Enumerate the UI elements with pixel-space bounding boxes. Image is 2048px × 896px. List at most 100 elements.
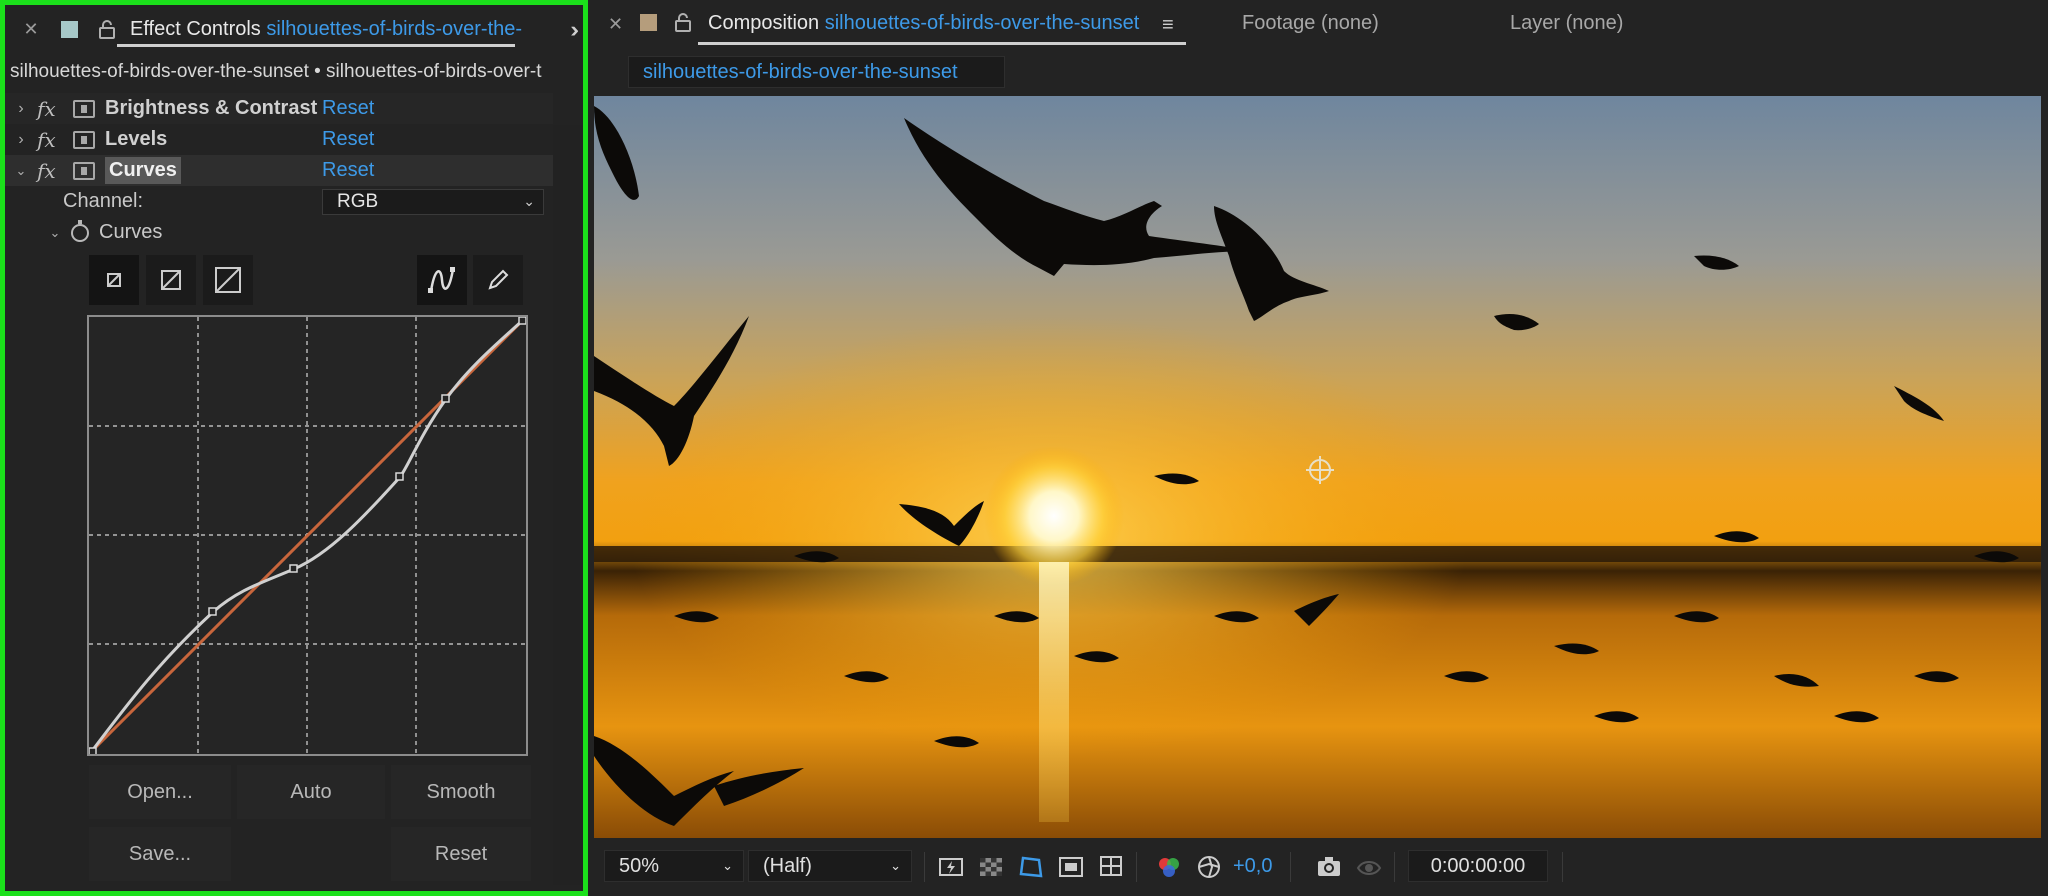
composition-viewer[interactable] (594, 96, 2041, 838)
show-snapshot-icon[interactable] (1356, 854, 1382, 880)
auto-button[interactable]: Auto (237, 765, 385, 819)
close-icon[interactable]: ✕ (608, 14, 623, 35)
panel-color-swatch (61, 20, 78, 38)
tab-comp-name: silhouettes-of-birds-over-the-sunset (824, 12, 1140, 34)
tab-menu-icon[interactable]: ≡ (1162, 14, 1174, 37)
viewer-toolbar: 50% ⌄ (Half) ⌄ +0,0 0:00:00:00 (588, 846, 2048, 888)
active-tab-underline (117, 44, 515, 47)
effect-controls-panel: ✕ Effect Controls silhouettes-of-birds-o… (0, 0, 588, 896)
chevron-right-icon[interactable]: › (9, 100, 33, 118)
toolbar-separator (1290, 852, 1291, 882)
effect-name: Levels (105, 128, 168, 150)
lock-icon[interactable] (674, 12, 692, 32)
reset-link[interactable]: Reset (322, 159, 374, 182)
chevron-down-icon: ⌄ (890, 858, 901, 873)
lock-icon[interactable] (98, 19, 116, 39)
fx-toggle-icon[interactable]: fx (37, 97, 67, 121)
composition-panel: ✕ Composition silhouettes-of-birds-over-… (588, 0, 2048, 896)
reset-button[interactable]: Reset (391, 827, 531, 881)
active-tab-underline (698, 42, 1186, 45)
camera-icon[interactable] (1316, 854, 1342, 880)
fx-toggle-icon[interactable]: fx (37, 159, 67, 183)
resolution-value: (Half) (763, 854, 812, 877)
control-point[interactable] (441, 394, 450, 403)
tab-label: Effect Controls (130, 17, 261, 40)
curves-graph[interactable] (87, 315, 528, 756)
zoom-value: 50% (619, 854, 660, 877)
toolbar-separator (1562, 852, 1563, 882)
effect-controls-tabbar: ✕ Effect Controls silhouettes-of-birds-o… (5, 5, 583, 53)
effect-row-levels[interactable]: › fx Levels Reset (5, 124, 553, 155)
sunset-birds-image (594, 96, 2041, 838)
effect-preset-icon (73, 99, 95, 118)
panel-color-swatch (640, 14, 657, 31)
control-point[interactable] (289, 564, 298, 573)
toolbar-separator (1394, 852, 1395, 882)
toolbar-separator (1136, 852, 1137, 882)
stopwatch-icon[interactable] (71, 219, 89, 242)
current-time-display[interactable]: 0:00:00:00 (1408, 850, 1548, 882)
effects-list: › fx Brightness & Contrast Reset › fx Le… (5, 93, 553, 248)
bezier-curve-icon (428, 267, 455, 293)
control-point[interactable] (395, 472, 404, 481)
mask-visibility-icon[interactable] (1018, 854, 1044, 880)
channel-row: Channel: RGB ⌄ (5, 186, 553, 217)
tab-effect-controls[interactable]: Effect Controls silhouettes-of-birds-ove… (130, 18, 522, 41)
toolbar-separator (924, 852, 925, 882)
composition-tabbar: ✕ Composition silhouettes-of-birds-over-… (588, 0, 2048, 50)
composition-subtab[interactable]: silhouettes-of-birds-over-the-sunset (628, 56, 1005, 88)
save-button[interactable]: Save... (89, 827, 231, 881)
tab-footage[interactable]: Footage (none) (1242, 12, 1379, 35)
tab-comp-name: silhouettes-of-birds-over-the- (266, 17, 523, 40)
control-point[interactable] (518, 317, 526, 325)
chevron-down-icon: ⌄ (523, 192, 535, 209)
large-graph-icon (215, 267, 241, 293)
effect-name: Curves (105, 157, 181, 184)
reset-link[interactable]: Reset (322, 97, 374, 120)
control-point[interactable] (89, 747, 97, 754)
graph-size-large-button[interactable] (203, 255, 253, 305)
chevron-down-icon: ⌄ (722, 858, 733, 873)
pencil-icon (488, 269, 509, 290)
grid-guides-icon[interactable] (1098, 854, 1124, 880)
chevron-down-icon[interactable]: ⌄ (9, 163, 33, 179)
fast-previews-icon[interactable] (938, 854, 964, 880)
zoom-dropdown[interactable]: 50% ⌄ (604, 850, 744, 882)
fx-toggle-icon[interactable]: fx (37, 128, 67, 152)
tab-layer[interactable]: Layer (none) (1510, 12, 1623, 35)
chevron-down-icon[interactable]: ⌄ (43, 225, 67, 241)
channel-label: Channel: (63, 190, 144, 212)
control-point[interactable] (208, 607, 217, 616)
curves-prop-row[interactable]: ⌄ Curves (5, 217, 553, 248)
panel-overflow-chevron-icon[interactable]: ›› (570, 17, 578, 43)
effect-preset-icon (73, 161, 95, 180)
curves-prop-label: Curves (99, 221, 163, 243)
bezier-tool-button[interactable] (417, 255, 467, 305)
color-channels-icon[interactable] (1156, 854, 1182, 880)
effect-preset-icon (73, 130, 95, 149)
exposure-value[interactable]: +0,0 (1233, 855, 1272, 878)
open-button[interactable]: Open... (89, 765, 231, 819)
effect-row-brightness-contrast[interactable]: › fx Brightness & Contrast Reset (5, 93, 553, 124)
curves-graph-canvas[interactable] (89, 317, 526, 754)
region-of-interest-icon[interactable] (1058, 854, 1084, 880)
scrollbar[interactable] (553, 125, 583, 885)
smooth-button[interactable]: Smooth (391, 765, 531, 819)
chevron-right-icon[interactable]: › (9, 131, 33, 149)
reset-exposure-icon[interactable] (1196, 854, 1222, 880)
medium-graph-icon (161, 270, 181, 290)
effect-row-curves[interactable]: ⌄ fx Curves Reset (5, 155, 553, 186)
channel-value: RGB (337, 190, 379, 212)
tab-composition[interactable]: Composition silhouettes-of-birds-over-th… (708, 12, 1139, 35)
graph-size-medium-button[interactable] (146, 255, 196, 305)
transparency-grid-icon[interactable] (978, 854, 1004, 880)
resolution-dropdown[interactable]: (Half) ⌄ (748, 850, 912, 882)
effect-name: Brightness & Contrast (105, 97, 318, 119)
pencil-tool-button[interactable] (473, 255, 523, 305)
graph-size-small-button[interactable] (89, 255, 139, 305)
close-icon[interactable]: ✕ (23, 19, 39, 40)
breadcrumb: silhouettes-of-birds-over-the-sunset • s… (10, 61, 542, 82)
channel-dropdown[interactable]: RGB ⌄ (322, 188, 544, 215)
tab-label: Composition (708, 12, 820, 34)
reset-link[interactable]: Reset (322, 128, 374, 151)
